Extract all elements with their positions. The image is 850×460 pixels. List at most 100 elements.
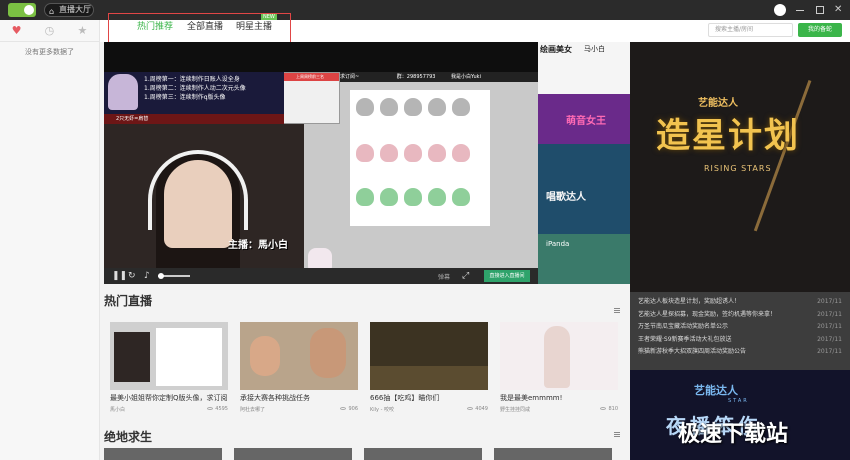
panda-logo-icon <box>8 3 36 17</box>
streamer-caption: 主播：馬小白 <box>228 240 288 251</box>
subscribe-button[interactable]: 我的备蛇 <box>798 23 842 37</box>
enter-room-button[interactable]: 直接进入直播间 <box>484 270 530 282</box>
video-player[interactable]: 新主播，求订阅~ 群：298957793 我是小白Yuki 上周周榜前三名 <box>104 42 538 284</box>
viewer-count: 4595 <box>215 406 228 412</box>
stream-card[interactable]: 666抽【吃鸡】瞄你们 Kily - 咬咬 4049 <box>370 322 488 414</box>
rules-banner: 1.周榜第一：连续制作日账人设全身 1.周榜第二：连续制作人动二次元头像 1.周… <box>104 72 284 114</box>
new-badge: NEW <box>261 14 277 20</box>
stream-host: 野生挂挂同咸 <box>500 407 531 413</box>
player-controls: ❚❚ ↻ ♪ 弹幕 ⤢ 直接进入直播间 <box>104 268 538 284</box>
stream-thumbnail[interactable] <box>104 448 222 460</box>
overlay-handle: 我是小白Yuki <box>451 74 481 80</box>
news-item[interactable]: 王者荣耀·S9新赛季活动大礼包放送 2017/11 <box>638 334 842 347</box>
news-item[interactable]: 艺能达人星探招募，现金奖励，签约机遇等你来拿！ 2017/11 <box>638 309 842 322</box>
top-nav: 热门推荐 全部直播 明星主播 NEW 搜索主播/房间 我的备蛇 <box>100 13 850 46</box>
video-frame[interactable]: 新主播，求订阅~ 群：298957793 我是小白Yuki 上周周榜前三名 <box>104 72 538 268</box>
playlist-item[interactable]: 绘画美女 马小白 <box>538 42 630 94</box>
stream-thumbnail[interactable] <box>364 448 482 460</box>
rule-2: 1.周榜第二：连续制作人动二次元头像 <box>144 85 246 92</box>
stream-title[interactable]: 我是最美emmmm! <box>500 393 618 403</box>
favorites-heart-icon[interactable]: ♥ <box>12 24 22 37</box>
ad-title: 造星计划 <box>656 116 800 156</box>
menu-icon[interactable] <box>614 308 620 313</box>
viewer-count: 906 <box>348 406 358 412</box>
pause-icon[interactable]: ❚❚ <box>112 270 127 282</box>
empty-text: 没有更多数据了 <box>25 48 74 56</box>
ad-brand: 艺能达人 <box>698 98 738 109</box>
sticker-sheet <box>350 90 490 226</box>
close-icon[interactable]: ✕ <box>834 5 844 15</box>
stream-title[interactable]: 最美小姐姐帮你定制Q版头像，求订阅 <box>110 393 228 403</box>
hot-live-section: 热门直播 最美小姐姐帮你定制Q版头像，求订阅 馬小白 4595 承接大赛各种挑战任… <box>104 292 628 413</box>
rule-3: 1.周榜第三：连续制作q版头像 <box>144 94 226 101</box>
section-title: 绝地求生 <box>104 430 153 444</box>
home-icon: ⌂ <box>49 7 55 16</box>
ad-subtitle: RISING STARS <box>704 164 772 173</box>
stream-thumbnail[interactable] <box>240 322 358 390</box>
recommend-playlist: 绘画美女 马小白 萌音女王 唱歌达人 iPanda <box>538 42 630 284</box>
hall-button[interactable]: ⌂ 直播大厅 <box>44 3 94 17</box>
news-item[interactable]: 艺能达人板块造星计划，奖励超诱人！ 2017/11 <box>638 296 842 309</box>
refresh-icon[interactable]: ↻ <box>128 270 136 282</box>
minimize-icon[interactable] <box>796 5 806 15</box>
stream-host: 馬小白 <box>110 407 126 413</box>
pubg-thumbnails <box>104 448 628 460</box>
playlist-item-label: 萌音女王 <box>566 116 606 127</box>
ad2-brand: 艺能达人 <box>694 384 738 397</box>
stream-thumbnail[interactable] <box>110 322 228 390</box>
stream-thumbnail[interactable] <box>500 322 618 390</box>
anime-sticker <box>308 248 332 268</box>
rule-footer: 2只无虾=肩替 <box>116 116 149 122</box>
left-panel: ♥ ◷ ★ 没有更多数据了 <box>0 20 100 460</box>
viewers-icon <box>207 407 214 410</box>
stream-host: Kily - 咬咬 <box>370 407 394 413</box>
viewer-count: 810 <box>608 406 618 412</box>
viewers-icon <box>467 407 474 410</box>
fullscreen-icon[interactable]: ⤢ <box>462 270 469 282</box>
tab-star-streamers[interactable]: 明星主播 <box>236 19 272 32</box>
anime-mascot <box>108 74 138 110</box>
stream-card[interactable]: 承接大赛各种挑战任务 阿杜去哪了 906 <box>240 322 358 414</box>
microphone-stand <box>753 79 847 245</box>
section-title: 热门直播 <box>104 294 153 308</box>
headphones <box>148 150 248 230</box>
viewer-count: 4049 <box>475 406 488 412</box>
maximize-icon[interactable] <box>816 6 824 14</box>
volume-icon[interactable]: ♪ <box>144 270 150 282</box>
playlist-item[interactable]: 萌音女王 <box>538 94 630 144</box>
pubg-section: 绝地求生 <box>104 428 628 445</box>
playlist-item[interactable]: 唱歌达人 <box>538 144 630 234</box>
stream-thumbnail[interactable] <box>234 448 352 460</box>
star-icon[interactable]: ★ <box>77 24 87 37</box>
user-avatar[interactable] <box>774 4 786 16</box>
stream-card[interactable]: 我是最美emmmm! 野生挂挂同咸 810 <box>500 322 618 414</box>
hall-label: 直播大厅 <box>59 5 91 14</box>
volume-slider[interactable] <box>158 273 190 279</box>
news-item[interactable]: 熊猫新游秋季大招双旗四周活动奖励公告 2017/11 <box>638 346 842 359</box>
rising-stars-banner[interactable]: 艺能达人 造星计划 RISING STARS <box>630 42 850 292</box>
viewers-icon <box>340 407 347 410</box>
danmu-toggle[interactable]: 弹幕 <box>438 272 450 281</box>
site-watermark: 极速下载站 <box>678 422 789 447</box>
stream-title[interactable]: 承接大赛各种挑战任务 <box>240 393 358 403</box>
tab-all-live[interactable]: 全部直播 <box>187 19 223 32</box>
rules-footer: 2只无虾=肩替 <box>104 114 284 124</box>
stream-title[interactable]: 666抽【吃鸡】瞄你们 <box>370 393 488 403</box>
stream-thumbnail[interactable] <box>370 322 488 390</box>
history-clock-icon[interactable]: ◷ <box>45 24 55 37</box>
news-item[interactable]: 万圣节南瓜宝藏活动奖励名单公示 2017/11 <box>638 321 842 334</box>
playlist-item-label: iPanda <box>546 240 570 248</box>
popup-title: 上周周榜前三名 <box>281 73 339 81</box>
viewers-icon <box>600 407 607 410</box>
playlist-item-label: 唱歌达人 <box>546 192 586 203</box>
ad2-star: STAR <box>728 398 749 404</box>
stream-card[interactable]: 最美小姐姐帮你定制Q版头像，求订阅 馬小白 4595 <box>110 322 228 414</box>
stream-host: 阿杜去哪了 <box>240 407 266 413</box>
playlist-item[interactable]: iPanda <box>538 234 630 284</box>
news-list: 艺能达人板块造星计划，奖励超诱人！ 2017/11 艺能达人星探招募，现金奖励，签… <box>630 292 850 370</box>
playlist-item-label: 绘画美女 <box>540 45 572 54</box>
stream-thumbnail[interactable] <box>494 448 612 460</box>
search-input[interactable]: 搜索主播/房间 <box>708 23 793 37</box>
menu-icon[interactable] <box>614 432 620 437</box>
tab-hot[interactable]: 热门推荐 <box>137 19 173 32</box>
